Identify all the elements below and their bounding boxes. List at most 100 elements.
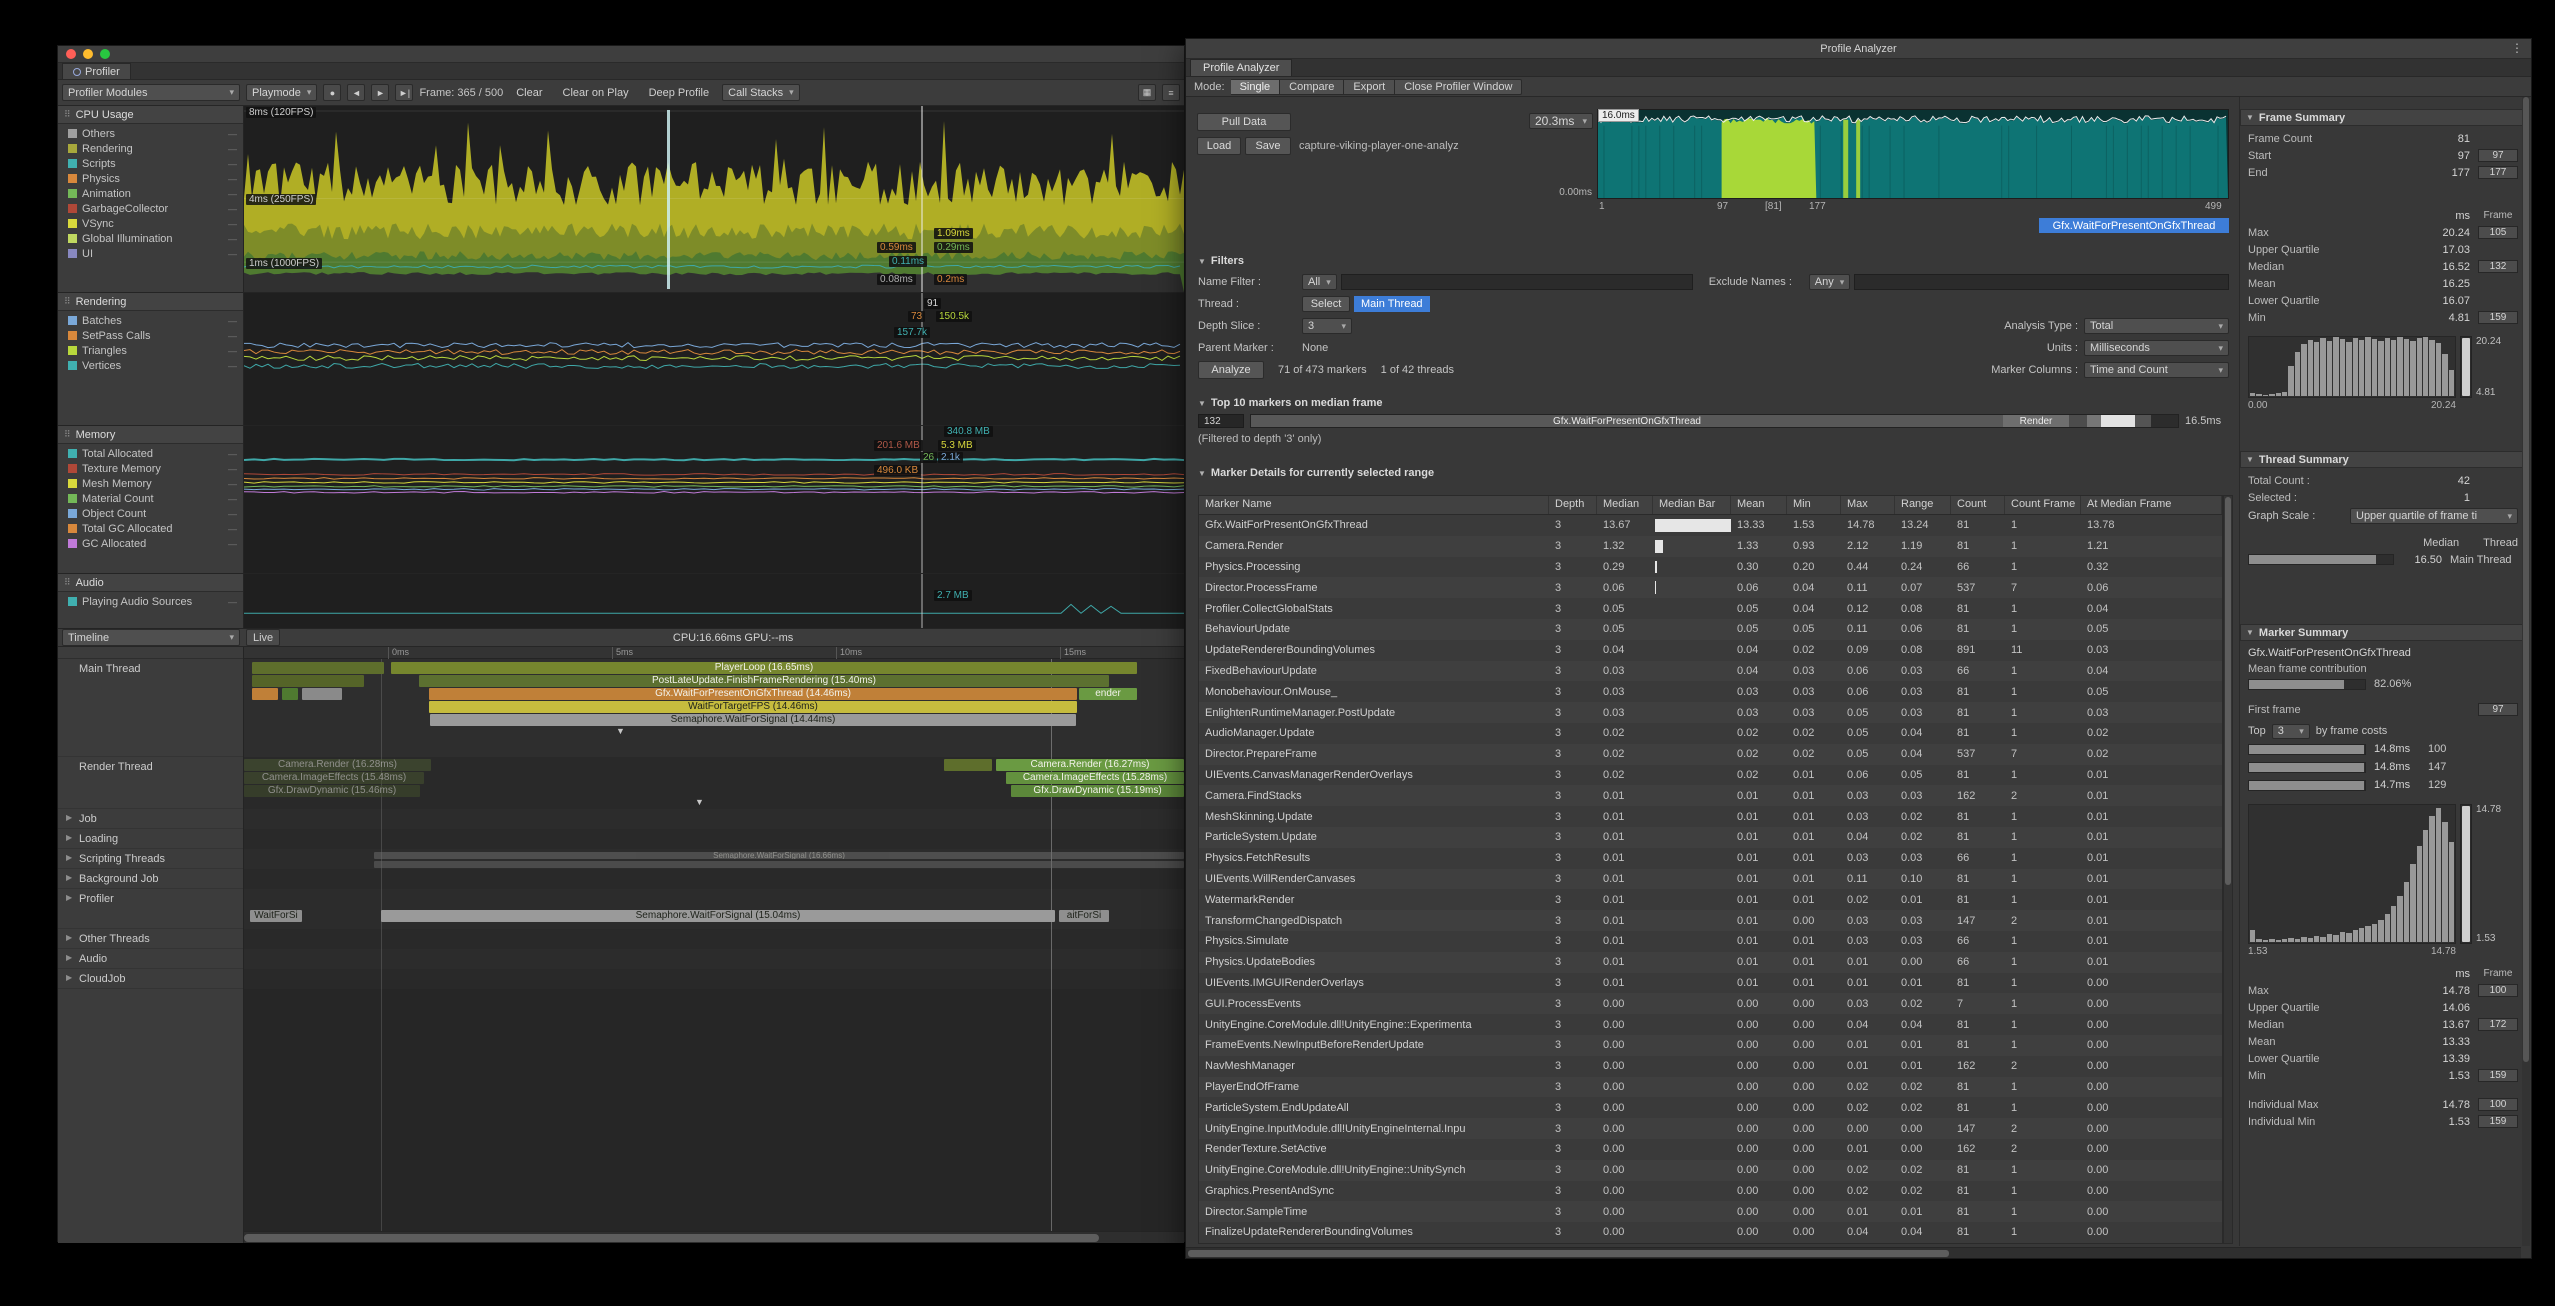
top10-segment[interactable] [2069, 415, 2087, 427]
clear-button[interactable]: Clear [509, 84, 549, 101]
timeline-marker-bar[interactable]: ender [1079, 688, 1137, 700]
table-row[interactable]: FrameEvents.NewInputBeforeRenderUpdate 3… [1199, 1035, 2222, 1056]
name-filter-input[interactable] [1341, 274, 1693, 290]
analyze-button[interactable]: Analyze [1198, 361, 1264, 379]
expand-icon[interactable]: ▶ [66, 973, 75, 982]
frame-jump-button[interactable]: 100 [2428, 743, 2446, 755]
top10-stacked-bar[interactable]: Gfx.WaitForPresentOnGfxThread Render [1250, 414, 2179, 428]
column-header[interactable]: Count [1951, 496, 2005, 514]
timeline-marker-bar[interactable]: WaitForTargetFPS (14.46ms) [429, 701, 1077, 713]
timeline-marker-bar[interactable]: Gfx.WaitForPresentOnGfxThread (14.46ms) [429, 688, 1077, 700]
close-window-button[interactable] [66, 49, 76, 59]
table-row[interactable]: BehaviourUpdate 3 0.05 0.05 0.05 0.11 0.… [1199, 619, 2222, 640]
table-row[interactable]: FinalizeUpdateRendererBoundingVolumes 3 … [1199, 1222, 2222, 1243]
timeline-view-dropdown[interactable]: Timeline ▾ [62, 629, 240, 646]
tab-profiler[interactable]: Profiler [62, 63, 131, 79]
thread-row[interactable]: ▶ Background Job [58, 869, 243, 889]
timeline-marker-bar[interactable]: Camera.ImageEffects (15.28ms) [1006, 772, 1184, 784]
frame-jump-button[interactable]: 132 [2478, 260, 2518, 273]
thread-select-button[interactable]: Select [1302, 296, 1350, 312]
legend-item[interactable]: SetPass Calls — [58, 328, 243, 343]
analyzer-titlebar[interactable]: Profile Analyzer ⋮ [1186, 39, 2531, 59]
timeline-marker-bar[interactable] [252, 675, 364, 687]
frame-jump-button[interactable]: 97 [2478, 703, 2518, 716]
timeline-marker-bar[interactable]: Semaphore.WaitForSignal (16.66ms) [374, 852, 1184, 859]
top10-segment[interactable] [2087, 415, 2101, 427]
frame-jump-button[interactable]: 159 [2478, 1115, 2518, 1128]
timeline-marker-bar[interactable]: WaitForSi [250, 910, 302, 922]
legend-item[interactable]: Total Allocated — [58, 446, 243, 461]
timeline-marker-bar[interactable] [252, 688, 278, 700]
timeline-hscrollbar[interactable] [244, 1231, 1184, 1243]
legend-item[interactable]: UI — [58, 246, 243, 261]
marker-columns-dropdown[interactable]: Time and Count ▾ [2084, 362, 2229, 378]
collapse-arrow[interactable]: ▼ [616, 726, 625, 736]
frame-jump-button[interactable]: 129 [2428, 779, 2446, 791]
current-frame-icon[interactable]: ►| [395, 84, 413, 101]
record-icon[interactable]: ● [323, 84, 341, 101]
legend-item[interactable]: Object Count — [58, 506, 243, 521]
expand-icon[interactable]: ▶ [66, 853, 75, 862]
timeline-marker-bar[interactable]: Camera.ImageEffects (15.48ms) [244, 772, 424, 784]
table-row[interactable]: Physics.Processing 3 0.29 0.30 0.20 0.44… [1199, 557, 2222, 578]
next-frame-icon[interactable]: ► [371, 84, 389, 101]
thread-summary-foldout[interactable]: ▼ Thread Summary [2240, 451, 2526, 468]
exclude-names-input[interactable] [1854, 274, 2229, 290]
expand-icon[interactable]: ▶ [66, 893, 75, 902]
thread-row[interactable]: ▶ Other Threads [58, 929, 243, 949]
frame-jump-button[interactable]: 177 [2478, 166, 2518, 179]
table-vscrollbar[interactable] [2223, 495, 2233, 1244]
timeline-marker-bar[interactable]: PostLateUpdate.FinishFrameRendering (15.… [419, 675, 1109, 687]
frame-jump-button[interactable]: 159 [2478, 311, 2518, 324]
clear-on-play-toggle[interactable]: Clear on Play [556, 84, 636, 101]
timeline-marker-bar[interactable]: Camera.Render (16.27ms) [996, 759, 1184, 771]
table-row[interactable]: Profiler.CollectGlobalStats 3 0.05 0.05 … [1199, 598, 2222, 619]
expand-icon[interactable]: ▶ [66, 813, 75, 822]
thread-row[interactable]: ▶ CloudJob [58, 969, 243, 989]
graph-scale-dropdown[interactable]: Upper quartile of frame ti ▾ [2350, 508, 2518, 524]
table-row[interactable]: Physics.FetchResults 3 0.01 0.01 0.01 0.… [1199, 848, 2222, 869]
top10-segment[interactable] [2101, 415, 2135, 427]
cpu-chart[interactable]: 8ms (120FPS) 4ms (250FPS) 1ms (1000FPS) … [244, 106, 1184, 292]
legend-item[interactable]: Others — [58, 126, 243, 141]
table-row[interactable]: Director.SampleTime 3 0.00 0.00 0.00 0.0… [1199, 1201, 2222, 1222]
table-row[interactable]: UIEvents.CanvasManagerRenderOverlays 3 0… [1199, 765, 2222, 786]
marker-summary-foldout[interactable]: ▼ Marker Summary [2240, 624, 2526, 641]
window-hscrollbar[interactable] [1186, 1247, 2521, 1258]
expand-icon[interactable]: ▶ [66, 953, 75, 962]
profiler-titlebar[interactable] [58, 46, 1184, 63]
thread-row[interactable]: Render Thread [58, 757, 243, 809]
module-header-memory[interactable]: ⠿ Memory [58, 426, 243, 444]
range-dropdown[interactable]: 20.3ms ▾ [1529, 113, 1593, 129]
frames-overview-chart[interactable]: 16.0ms [1597, 109, 2229, 199]
selected-marker-chip[interactable]: Gfx.WaitForPresentOnGfxThread [2039, 218, 2229, 233]
timeline-marker-bar[interactable] [252, 662, 384, 674]
column-header[interactable]: Marker Name [1199, 496, 1549, 514]
window-vscrollbar[interactable] [2522, 97, 2530, 1246]
median-frame-box[interactable]: 132 [1198, 414, 1244, 428]
close-profiler-window-button[interactable]: Close Profiler Window [1395, 79, 1522, 95]
top-n-dropdown[interactable]: 3 ▾ [2272, 724, 2310, 739]
table-row[interactable]: UIEvents.IMGUIRenderOverlays 3 0.01 0.01… [1199, 973, 2222, 994]
module-header-audio[interactable]: ⠿ Audio [58, 574, 243, 592]
table-row[interactable]: UnityEngine.CoreModule.dll!UnityEngine::… [1199, 1160, 2222, 1181]
top10-foldout[interactable]: ▼ Top 10 markers on median frame [1198, 397, 1383, 409]
thread-row[interactable]: ▶ Audio [58, 949, 243, 969]
table-row[interactable]: UnityEngine.CoreModule.dll!UnityEngine::… [1199, 1014, 2222, 1035]
depth-slice-dropdown[interactable]: 3 ▾ [1302, 318, 1352, 334]
column-header[interactable]: Min [1787, 496, 1841, 514]
table-row[interactable]: RenderTexture.SetActive 3 0.00 0.00 0.00… [1199, 1139, 2222, 1160]
table-row[interactable]: AudioManager.Update 3 0.02 0.02 0.02 0.0… [1199, 723, 2222, 744]
thread-median-row[interactable]: 16.50 Main Thread [2248, 551, 2518, 568]
menu-icon[interactable]: ≡ [1162, 84, 1180, 101]
marker-details-foldout[interactable]: ▼ Marker Details for currently selected … [1198, 467, 1434, 479]
legend-item[interactable]: Physics — [58, 171, 243, 186]
timeline-marker-bar[interactable]: Camera.Render (16.28ms) [244, 759, 431, 771]
frame-summary-foldout[interactable]: ▼ Frame Summary [2240, 109, 2526, 126]
scrollbar-thumb[interactable] [2523, 97, 2529, 1062]
deep-profile-toggle[interactable]: Deep Profile [642, 84, 717, 101]
legend-item[interactable]: Playing Audio Sources — [58, 594, 243, 609]
frame-jump-button[interactable]: 147 [2428, 761, 2446, 773]
filters-foldout[interactable]: ▼ Filters [1198, 255, 1244, 267]
scrollbar-thumb[interactable] [244, 1234, 1099, 1242]
